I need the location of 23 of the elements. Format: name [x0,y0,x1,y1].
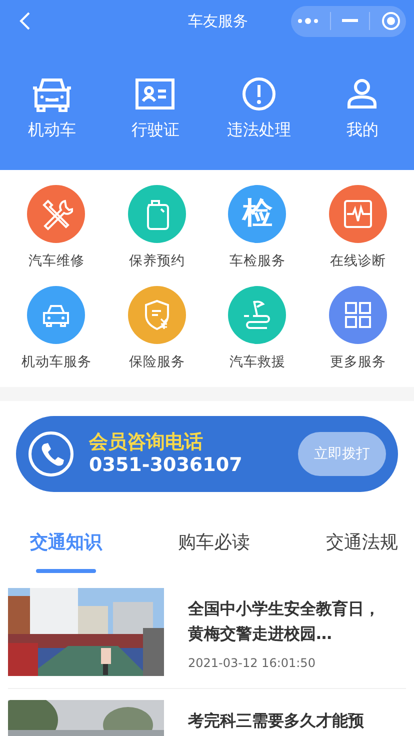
service-label[interactable]: 在线诊断 [330,252,386,270]
service-label[interactable]: 汽车维修 [28,252,84,270]
service-label[interactable]: 保养预约 [128,252,185,270]
service-label[interactable]: 车检服务 [229,252,286,270]
page-title: 车友服务 [187,12,248,30]
service-label[interactable]: 汽车救援 [229,353,286,371]
close-icon[interactable] [380,11,400,31]
tab[interactable]: 交通法规 [326,530,398,585]
id-card-icon[interactable] [135,76,176,112]
tab[interactable]: 购车必读 [178,530,250,585]
article-date: 2021-03-12 16:01:50 [188,656,316,670]
phone-number: 0351-3036107 [89,453,244,477]
service-label[interactable]: 更多服务 [330,353,386,371]
service-glyph: 检 [242,199,272,229]
phone-icon [28,431,74,477]
car-icon[interactable] [32,76,72,112]
hotline-title: 会员咨询电话 [89,431,204,453]
service-label[interactable]: 保险服务 [128,353,185,371]
minimize-icon[interactable] [342,19,358,23]
article-title[interactable]: 考完科三需要多久才能预 [188,708,388,733]
more-icon[interactable] [296,17,318,25]
service-label[interactable]: 机动车服务 [21,353,92,371]
article-title[interactable]: 全国中小学生安全教育日，黄梅交警走进校园… [188,596,388,646]
